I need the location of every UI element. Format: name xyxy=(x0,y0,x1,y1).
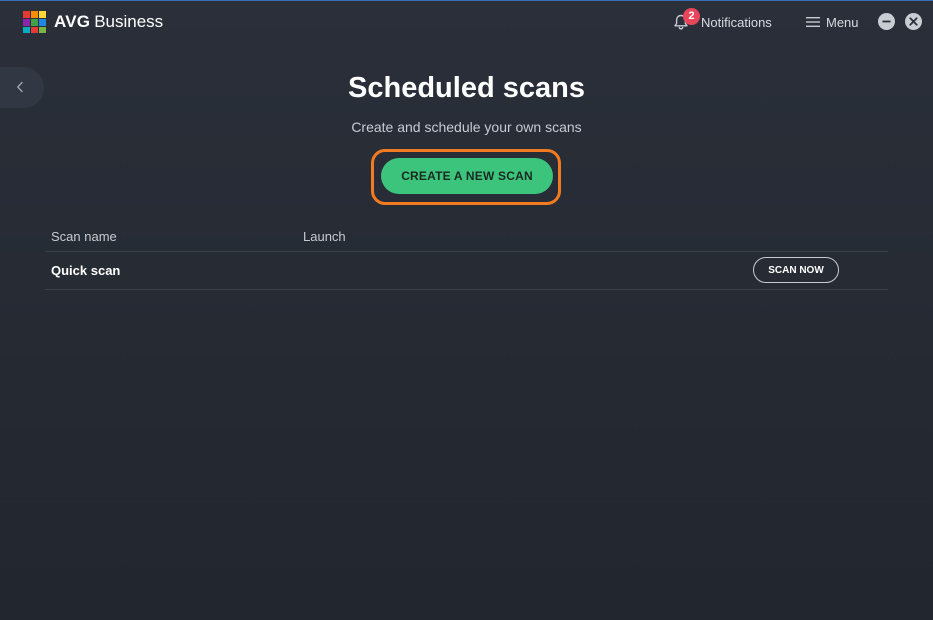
minimize-button[interactable] xyxy=(878,13,895,30)
notifications-count-badge: 2 xyxy=(683,8,700,25)
table-header: Scan name Launch xyxy=(45,223,888,252)
scan-now-button[interactable]: SCAN NOW xyxy=(753,257,839,283)
notifications-label: Notifications xyxy=(701,14,772,30)
menu-label: Menu xyxy=(826,14,859,30)
close-icon xyxy=(909,17,918,26)
app-name: AVG Business xyxy=(54,12,163,32)
table-row[interactable]: Quick scan SCAN NOW xyxy=(45,252,888,290)
column-header-launch: Launch xyxy=(303,229,346,244)
avg-logo-icon xyxy=(23,11,46,33)
scan-name-cell: Quick scan xyxy=(51,263,121,278)
page-title: Scheduled scans xyxy=(348,72,585,104)
notifications-button[interactable]: 2 Notifications xyxy=(672,8,772,33)
close-button[interactable] xyxy=(905,13,922,30)
scans-table: Scan name Launch Quick scan SCAN NOW xyxy=(45,223,888,290)
menu-button[interactable]: Menu xyxy=(806,11,859,33)
notifications-bell: 2 xyxy=(672,8,700,31)
page-subtitle: Create and schedule your own scans xyxy=(351,119,582,135)
title-bar: AVG Business 2 Notifications Menu xyxy=(0,1,933,45)
brand-name: AVG xyxy=(54,12,91,31)
create-new-scan-button[interactable]: CREATE A NEW SCAN xyxy=(381,158,553,194)
app-window: AVG Business 2 Notifications Menu Schedu… xyxy=(0,0,933,620)
product-name: Business xyxy=(94,12,164,31)
column-header-scan-name: Scan name xyxy=(51,229,117,244)
hamburger-icon xyxy=(806,17,820,27)
minimize-icon xyxy=(882,20,891,23)
app-logo: AVG Business xyxy=(22,9,163,35)
